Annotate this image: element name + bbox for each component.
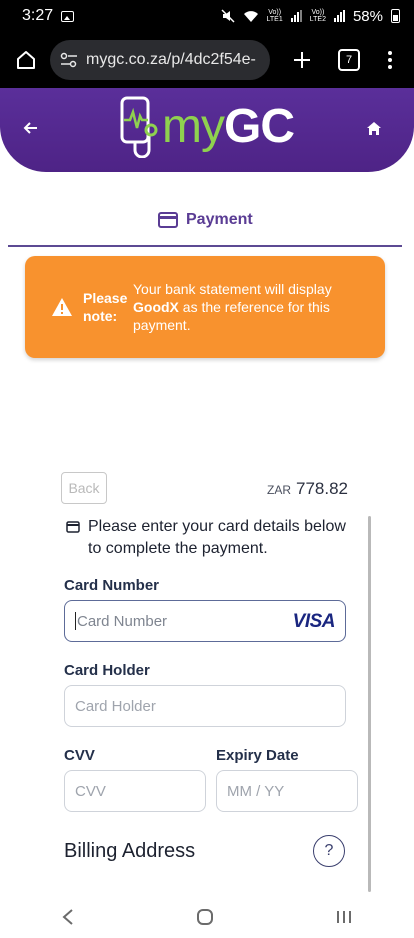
gallery-notification-icon (61, 10, 75, 22)
billing-address-heading: Billing Address (64, 840, 196, 862)
site-settings-icon (60, 52, 77, 68)
notice-banner: Please note: Your bank statement will di… (25, 256, 385, 358)
battery-percent: 58% (352, 7, 383, 25)
card-holder-input[interactable]: Card Holder (64, 685, 346, 727)
nav-recents-icon[interactable] (335, 909, 353, 925)
home-icon[interactable] (366, 120, 382, 136)
site-header: myGC (0, 88, 414, 172)
notice-text: Your bank statement will display GoodX a… (133, 281, 332, 333)
system-nav-bar (0, 895, 414, 938)
scrollbar[interactable] (368, 516, 371, 892)
text-caret (75, 612, 76, 630)
sim1-label: Vo)) LTE1 (266, 9, 283, 23)
cvv-label: CVV (64, 747, 95, 764)
visa-logo: VISA (292, 611, 336, 632)
card-number-placeholder: Card Number (77, 612, 168, 630)
browser-toolbar: mygc.co.za/p/4dc2f54e- 7 (0, 32, 414, 88)
payment-amount: ZAR 778.82 (267, 479, 348, 499)
credit-card-icon (158, 212, 178, 228)
expiry-date-input[interactable]: MM / YY (216, 770, 358, 812)
cvv-placeholder: CVV (75, 782, 106, 800)
amount-value: 778.82 (296, 479, 348, 498)
back-arrow-icon[interactable] (22, 119, 40, 137)
tab-payment[interactable]: Payment (158, 211, 253, 229)
tab-underline (8, 245, 402, 247)
logo-my-text: my (162, 100, 225, 153)
card-details-text: Please enter your card details below to … (88, 518, 346, 557)
card-holder-placeholder: Card Holder (75, 697, 156, 715)
currency-code: ZAR (267, 483, 291, 497)
notice-label: Please note: (83, 290, 128, 324)
wifi-icon (243, 10, 258, 22)
phone-stethoscope-icon (120, 96, 158, 158)
home-icon (17, 51, 35, 69)
credit-card-icon (66, 521, 80, 533)
address-bar[interactable]: mygc.co.za/p/4dc2f54e- (50, 40, 270, 80)
tab-payment-label: Payment (186, 211, 253, 228)
back-button[interactable]: Back (61, 472, 107, 504)
battery-icon (391, 9, 400, 23)
logo-gc-text: GC (223, 100, 295, 153)
status-bar: 3:27 Vo)) LTE1 Vo)) LTE2 58% (0, 0, 414, 32)
warning-icon (52, 298, 72, 316)
tab-switcher-button[interactable]: 7 (338, 49, 360, 71)
signal-2-icon (333, 10, 345, 22)
expiry-date-label: Expiry Date (216, 747, 299, 764)
nav-home-icon[interactable] (196, 908, 214, 926)
new-tab-button[interactable] (288, 46, 316, 74)
sim2-label: Vo)) LTE2 (309, 9, 326, 23)
card-number-label: Card Number (64, 577, 160, 594)
signal-1-icon (290, 10, 302, 22)
card-number-input[interactable]: Card Number VISA (64, 600, 346, 642)
browser-home-button[interactable] (10, 44, 42, 76)
expiry-placeholder: MM / YY (227, 782, 285, 800)
mygc-logo: myGC (118, 96, 295, 158)
card-holder-label: Card Holder (64, 662, 150, 679)
status-time: 3:27 (22, 7, 54, 24)
mute-icon (221, 9, 235, 23)
plus-icon (294, 52, 310, 68)
cvv-input[interactable]: CVV (64, 770, 206, 812)
url-text: mygc.co.za/p/4dc2f54e- (86, 51, 256, 68)
card-details-heading: Please enter your card details below to … (66, 516, 356, 560)
browser-menu-button[interactable] (388, 51, 392, 69)
help-button[interactable]: ? (313, 835, 345, 867)
nav-back-icon[interactable] (61, 908, 75, 926)
